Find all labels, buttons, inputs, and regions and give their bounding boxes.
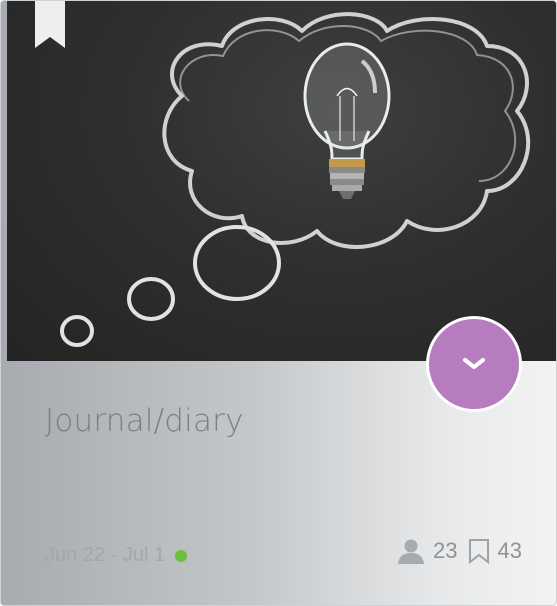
bookmarks-stat: 43: [468, 538, 522, 564]
date-range: Jun 22 - Jul 1: [45, 544, 166, 566]
card-title[interactable]: Journal/diary: [45, 403, 244, 439]
card-cover-image: [7, 1, 556, 361]
date-range-row: Jun 22 - Jul 1: [45, 544, 188, 567]
chalkboard-illustration: [60, 12, 531, 347]
bookmark-icon: [468, 539, 489, 564]
bookmarks-count: 43: [497, 538, 522, 563]
chevron-down-icon: [463, 358, 485, 369]
bookmark-ribbon-icon[interactable]: [35, 1, 65, 48]
card-stats: 23 43: [397, 538, 522, 564]
journal-card[interactable]: Journal/diary Jun 22 - Jul 1 23 43: [0, 0, 557, 606]
members-stat: 23: [397, 538, 458, 564]
members-count: 23: [433, 538, 458, 563]
light-bulb-icon: [303, 42, 391, 199]
expand-button[interactable]: [426, 316, 522, 412]
person-icon: [398, 539, 425, 564]
status-dot: [175, 549, 188, 562]
